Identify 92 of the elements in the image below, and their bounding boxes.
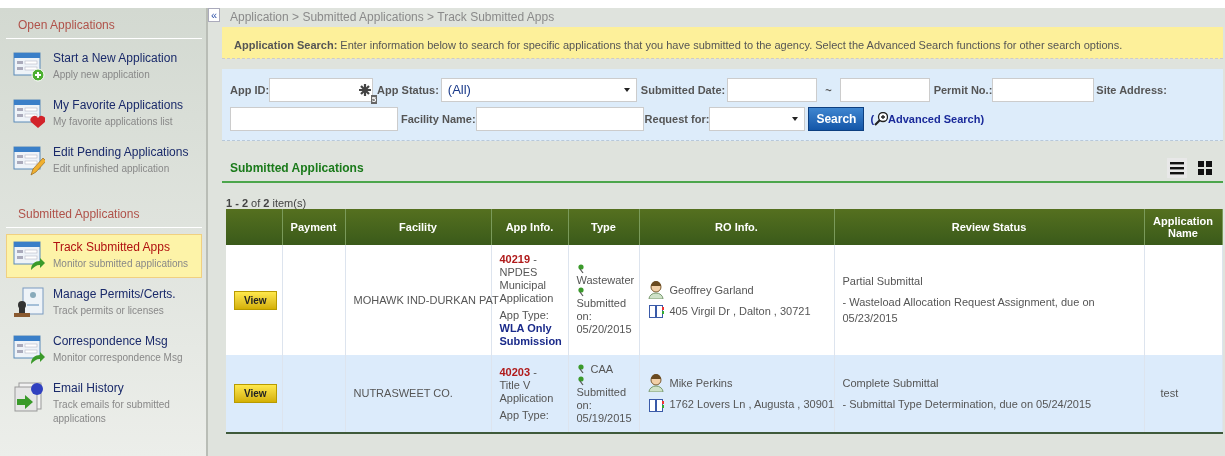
app-type-value: WLA Only Submission — [499, 321, 560, 348]
pin-icon — [576, 287, 585, 297]
input-field[interactable] — [839, 78, 930, 102]
form-arrow-icon — [13, 240, 45, 272]
search-button[interactable]: Search — [808, 107, 865, 131]
pin-icon — [576, 375, 585, 386]
item-subtitle: Edit unfinished application — [53, 162, 171, 176]
person-icon — [647, 280, 664, 299]
item-subtitle: Track emails for submitted applications — [53, 398, 171, 426]
date-separator: ~ — [825, 82, 832, 98]
form-heart-icon — [13, 98, 45, 130]
field-label: Permit No.: — [933, 82, 993, 98]
sidebar-item[interactable]: Start a New Application Apply new application — [6, 45, 202, 89]
sidebar-item[interactable]: Edit Pending Applications Edit unfinished application — [6, 139, 202, 183]
pin-icon — [576, 264, 585, 274]
review-status: Complete Submittal — [842, 376, 940, 391]
address-book-icon — [647, 396, 664, 413]
item-count: 1 - 2 of 2 item(s) — [225, 196, 308, 209]
paren-text: ( — [870, 111, 875, 127]
contact-address: 1762 Lovers Ln , Augusta , 30901 — [669, 397, 835, 413]
item-subtitle: My favorite applications list — [53, 115, 174, 129]
item-subtitle: Monitor submitted applications — [53, 257, 189, 271]
item-subtitle: Track permits or licenses — [53, 304, 165, 318]
section-heading: Submitted Applications — [6, 199, 202, 228]
address-book-icon — [647, 303, 664, 319]
facility-name: NUTRASWEET CO. — [353, 387, 453, 400]
sidebar-item[interactable]: Manage Permits/Certs. Track permits or licenses — [6, 281, 202, 325]
dropdown-value: (All) — [447, 81, 471, 100]
notice-banner: Application Search: Enter information below to search for specific applications that you have submitted to the agency. Select the Advanced Search functions for other search options. — [222, 27, 1223, 59]
item-title: Edit Pending Applications — [53, 145, 189, 160]
section-title: Submitted Applications — [230, 160, 364, 177]
type-label: CAA — [590, 362, 614, 376]
input-field[interactable] — [269, 78, 374, 102]
item-title: Track Submitted Apps — [53, 240, 171, 255]
view-button[interactable]: View — [234, 290, 277, 310]
item-title: Start a New Application — [53, 51, 178, 66]
section-heading: Open Applications — [6, 10, 202, 39]
collapse-button[interactable]: « — [208, 8, 220, 22]
app-type-label: App Type: — [499, 308, 550, 322]
field-label: Submitted Date: — [640, 82, 726, 98]
field-label: Request for: — [644, 111, 710, 127]
contact-name: Geoffrey Garland — [669, 282, 754, 298]
pin-icon — [576, 364, 585, 374]
grid-view-icon[interactable] — [1197, 160, 1213, 176]
review-detail: - Wasteload Allocation Request Assignment, due on 05/23/2015 — [842, 294, 1096, 327]
form-add-icon — [13, 51, 45, 83]
item-title: Manage Permits/Certs. — [53, 287, 176, 302]
email-arrow-icon — [13, 381, 45, 413]
count-badge: 5 — [370, 95, 378, 104]
field-label: Site Address: — [1096, 82, 1167, 98]
list-view-icon[interactable] — [1167, 158, 1187, 178]
caret-icon — [792, 117, 799, 121]
input-field[interactable] — [727, 78, 818, 102]
application-name: test — [1160, 387, 1179, 400]
sidebar-item[interactable]: Email History Track emails for submitted applications — [6, 375, 202, 432]
caret-icon — [623, 88, 630, 92]
field-label: Facility Name: — [401, 111, 476, 127]
sidebar-item[interactable]: My Favorite Applications My favorite applications list — [6, 92, 202, 136]
review-detail: - Submittal Type Determination, due on 05/24/2015 — [842, 396, 1093, 412]
submitted-date: Submitted on: 05/20/2015 — [576, 297, 631, 336]
submitted-date: Submitted on: 05/19/2015 — [576, 385, 631, 425]
request-dropdown[interactable] — [709, 107, 806, 131]
input-field[interactable] — [992, 78, 1095, 102]
form-pencil-icon — [13, 145, 45, 177]
item-title: Email History — [53, 381, 125, 396]
facility-name: MOHAWK IND-DURKAN PAT — [353, 293, 499, 306]
sidebar-item[interactable]: Correspondence Msg Monitor correspondence Msg — [6, 328, 202, 372]
person-icon — [647, 374, 664, 393]
input-field[interactable] — [230, 107, 398, 131]
status-dropdown[interactable]: (All) — [440, 78, 637, 102]
zoom-in-icon — [874, 112, 889, 126]
sidebar-item[interactable]: Track Submitted Apps Monitor submitted applications — [6, 234, 202, 278]
item-subtitle: Apply new application — [53, 68, 151, 82]
item-subtitle: Monitor correspondence Msg — [53, 351, 183, 365]
contact-name: Mike Perkins — [669, 376, 733, 391]
contact-address: 405 Virgil Dr , Dalton , 30721 — [669, 303, 811, 319]
paren-text: ) — [980, 111, 985, 127]
app-title: 40203 - Title V Application — [499, 365, 555, 405]
item-title: My Favorite Applications — [53, 98, 184, 113]
advanced-search-link[interactable]: Advanced Search — [888, 110, 981, 128]
breadcrumb: Application > Submitted Applications > Track Submitted Apps — [229, 9, 556, 26]
field-label: App ID: — [230, 82, 270, 98]
asterisk-icon — [359, 84, 372, 96]
item-title: Correspondence Msg — [53, 334, 169, 349]
form-arrow-icon — [13, 334, 45, 366]
app-title: 40219 - NPDES Municipal Application — [499, 252, 555, 305]
input-field[interactable] — [475, 107, 644, 131]
view-button[interactable]: View — [234, 384, 277, 403]
app-type-label: App Type: — [499, 408, 550, 422]
field-label: App Status: — [377, 82, 439, 98]
review-status: Partial Submittal — [842, 274, 924, 290]
stamp-document-icon — [13, 287, 45, 319]
